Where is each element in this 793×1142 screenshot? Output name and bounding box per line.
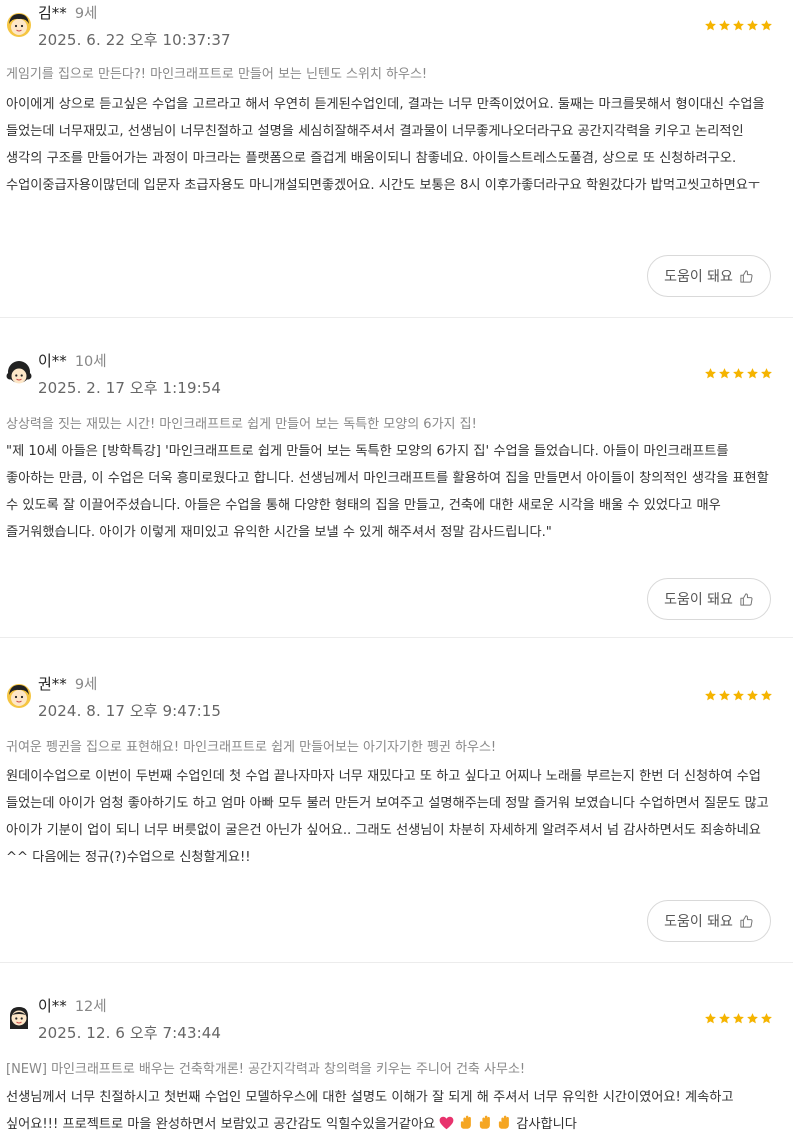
star-rating xyxy=(704,19,773,32)
thumbs-up-icon xyxy=(739,592,754,607)
review-list: 김** 9세 2025. 6. 22 오후 10:37:37 게임기를 집으로 만든다… xyxy=(0,0,793,1142)
helpful-button[interactable]: 도움이 돼요 xyxy=(647,255,771,297)
girl-avatar xyxy=(6,12,32,38)
star-rating xyxy=(704,689,773,702)
review-date: 2024. 8. 17 오후 9:47:15 xyxy=(38,702,222,720)
star-icon xyxy=(747,368,758,379)
reviewer-line: 김** 9세 xyxy=(38,2,97,23)
star-icon xyxy=(705,1013,716,1024)
review-text-suffix: 감사합니다 xyxy=(516,1117,577,1132)
review-date: 2025. 6. 22 오후 10:37:37 xyxy=(38,31,231,49)
reviewer-name: 김** xyxy=(38,4,67,22)
review-body: "제 10세 아들은 [방학특강] '마인크래프트로 쉽게 만들어 보는 독특한… xyxy=(6,438,779,546)
star-icon xyxy=(761,20,772,31)
helpful-label: 도움이 돼요 xyxy=(664,914,733,930)
review-card: 이** 10세 2025. 2. 17 오후 1:19:54 상상력을 짓는 재밌는 … xyxy=(0,318,793,638)
review-text: "제 10세 아들은 [방학특강] '마인크래프트로 쉽게 만들어 보는 독특한… xyxy=(6,444,769,540)
star-icon xyxy=(761,690,772,701)
girl-avatar xyxy=(6,683,32,709)
course-title[interactable]: [NEW] 마인크래프트로 배우는 건축학개론! 공간지각력과 창의력을 키우는… xyxy=(6,1058,779,1077)
long-hair-avatar xyxy=(6,1005,32,1031)
review-text: 아이에게 상으로 듣고싶은 수업을 고르라고 해서 우연히 듣게된수업인데, 결… xyxy=(6,97,765,193)
star-icon xyxy=(705,368,716,379)
child-age: 9세 xyxy=(74,6,98,22)
helpful-label: 도움이 돼요 xyxy=(664,269,733,285)
review-date: 2025. 2. 17 오후 1:19:54 xyxy=(38,379,222,397)
reviewer-line: 이** 10세 xyxy=(38,350,107,371)
review-body: 아이에게 상으로 듣고싶은 수업을 고르라고 해서 우연히 듣게된수업인데, 결… xyxy=(6,91,779,199)
star-icon xyxy=(747,690,758,701)
star-icon xyxy=(705,690,716,701)
star-rating xyxy=(704,367,773,380)
thumbs-up-icon xyxy=(739,269,754,284)
course-title[interactable]: 게임기를 집으로 만든다?! 마인크래프트로 만들어 보는 닌텐도 스위치 하우… xyxy=(6,63,779,82)
star-icon xyxy=(747,20,758,31)
course-title[interactable]: 귀여운 펭귄을 집으로 표현해요! 마인크래프트로 쉽게 만들어보는 아기자기한… xyxy=(6,736,779,755)
review-body: 원데이수업으로 이번이 두번째 수업인데 첫 수업 끝나자마자 너무 재밌다고 … xyxy=(6,763,779,871)
star-icon xyxy=(733,20,744,31)
curly-hair-avatar xyxy=(6,361,32,387)
reviewer-line: 권** 9세 xyxy=(38,673,97,694)
heart-icon xyxy=(439,1116,454,1132)
helpful-button[interactable]: 도움이 돼요 xyxy=(647,900,771,942)
star-icon xyxy=(733,690,744,701)
review-text: 원데이수업으로 이번이 두번째 수업인데 첫 수업 끝나자마자 너무 재밌다고 … xyxy=(6,769,769,865)
reviewer-name: 이** xyxy=(38,997,67,1015)
star-icon xyxy=(719,368,730,379)
child-age: 9세 xyxy=(74,677,98,693)
star-icon xyxy=(705,20,716,31)
star-icon xyxy=(719,690,730,701)
pray-hands-icon xyxy=(459,1115,474,1132)
course-title[interactable]: 상상력을 짓는 재밌는 시간! 마인크래프트로 쉽게 만들어 보는 독특한 모양… xyxy=(6,413,779,432)
star-icon xyxy=(719,1013,730,1024)
thumbs-up-icon xyxy=(739,914,754,929)
reviewer-line: 이** 12세 xyxy=(38,995,107,1016)
reviewer-name: 권** xyxy=(38,675,67,693)
review-card: 이** 12세 2025. 12. 6 오후 7:43:44 [NEW] 마인크래프트… xyxy=(0,963,793,1142)
star-icon xyxy=(733,368,744,379)
review-text: 선생님께서 너무 친절하시고 첫번째 수업인 모델하우스에 대한 설명도 이해가… xyxy=(6,1090,734,1132)
review-card: 권** 9세 2024. 8. 17 오후 9:47:15 귀여운 펭귄을 집으로 표… xyxy=(0,638,793,963)
child-age: 10세 xyxy=(74,354,107,370)
pray-hands-icon xyxy=(478,1115,493,1132)
helpful-button[interactable]: 도움이 돼요 xyxy=(647,578,771,620)
star-icon xyxy=(761,368,772,379)
star-icon xyxy=(761,1013,772,1024)
star-rating xyxy=(704,1012,773,1025)
pray-hands-icon xyxy=(497,1115,512,1132)
reviewer-name: 이** xyxy=(38,352,67,370)
helpful-label: 도움이 돼요 xyxy=(664,592,733,608)
review-date: 2025. 12. 6 오후 7:43:44 xyxy=(38,1024,222,1042)
star-icon xyxy=(719,20,730,31)
review-card: 김** 9세 2025. 6. 22 오후 10:37:37 게임기를 집으로 만든다… xyxy=(0,0,793,318)
review-body: 선생님께서 너무 친절하시고 첫번째 수업인 모델하우스에 대한 설명도 이해가… xyxy=(6,1084,779,1138)
star-icon xyxy=(747,1013,758,1024)
star-icon xyxy=(733,1013,744,1024)
child-age: 12세 xyxy=(74,999,107,1015)
